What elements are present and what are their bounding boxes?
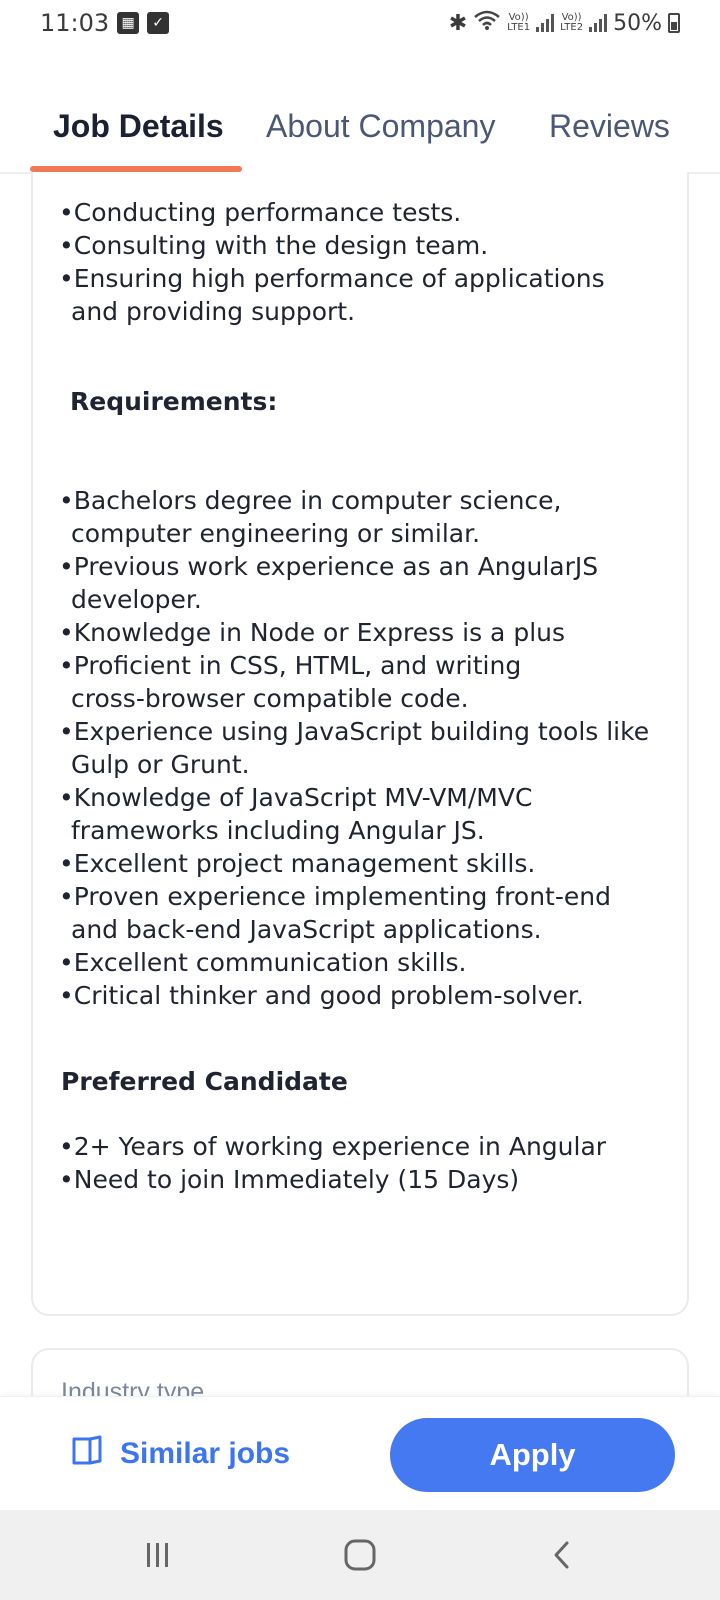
tab-bar: Job Details About Company Reviews [0, 90, 720, 174]
signal-1-icon [536, 14, 555, 32]
list-item: •Excellent project management skills. [59, 849, 536, 878]
list-item: •Ensuring high performance of applicatio… [59, 264, 605, 326]
lte1-indicator: Vo)) LTE1 [507, 12, 531, 33]
bluetooth-icon: ✱ [448, 10, 468, 36]
responsibilities-list: •Conducting performance tests. •Consulti… [59, 196, 679, 328]
list-item: •Experience using JavaScript building to… [59, 717, 650, 779]
back-icon[interactable] [532, 1530, 592, 1580]
tab-reviews[interactable]: Reviews [549, 108, 670, 145]
lte2-indicator: Vo)) LTE2 [560, 12, 584, 33]
list-item: •Critical thinker and good problem-solve… [59, 981, 584, 1010]
app-notification-icon: ▦ [117, 12, 140, 34]
requirements-list: •Bachelors degree in computer science, co… [59, 484, 684, 1012]
preferred-candidate-heading: Preferred Candidate [61, 1067, 348, 1096]
apply-button[interactable]: Apply [390, 1418, 675, 1492]
list-item: •Excellent communication skills. [59, 948, 467, 977]
list-item: •Conducting performance tests. [59, 198, 462, 227]
list-item: •Proficient in CSS, HTML, and writing cro… [59, 651, 522, 713]
status-time: 11:03 [40, 9, 110, 37]
wifi-icon [473, 9, 501, 37]
list-item: •2+ Years of working experience in Angul… [59, 1132, 607, 1161]
similar-jobs-button[interactable]: Similar jobs [70, 1423, 290, 1485]
recents-icon[interactable] [128, 1530, 188, 1580]
tab-about-company[interactable]: About Company [266, 108, 495, 145]
tab-job-details[interactable]: Job Details [53, 108, 224, 145]
list-item: •Proven experience implementing front-en… [59, 882, 611, 944]
signal-2-icon [589, 14, 608, 32]
requirements-heading: Requirements: [70, 387, 278, 416]
battery-percent: 50% [613, 10, 662, 36]
list-item: •Previous work experience as an AngularJ… [59, 552, 599, 614]
action-bar: Similar jobs Apply [0, 1396, 720, 1510]
list-item: •Consulting with the design team. [59, 231, 489, 260]
battery-icon [668, 13, 680, 33]
home-icon[interactable] [330, 1530, 390, 1580]
job-description-card: •Conducting performance tests. •Consulti… [31, 172, 689, 1316]
list-item: •Knowledge in Node or Express is a plus [59, 618, 566, 647]
similar-jobs-label: Similar jobs [120, 1437, 291, 1470]
list-item: •Bachelors degree in computer science, co… [59, 486, 562, 548]
system-nav-bar [0, 1510, 720, 1600]
list-item: •Need to join Immediately (15 Days) [59, 1165, 520, 1194]
book-icon [70, 1433, 104, 1475]
status-bar: 11:03 ▦ ✓ ✱ Vo)) LTE1 Vo)) LTE2 50% [0, 0, 720, 46]
check-notification-icon: ✓ [147, 12, 170, 34]
preferred-list: •2+ Years of working experience in Angul… [59, 1130, 684, 1196]
list-item: •Knowledge of JavaScript MV-VM/MVC framew… [59, 783, 533, 845]
